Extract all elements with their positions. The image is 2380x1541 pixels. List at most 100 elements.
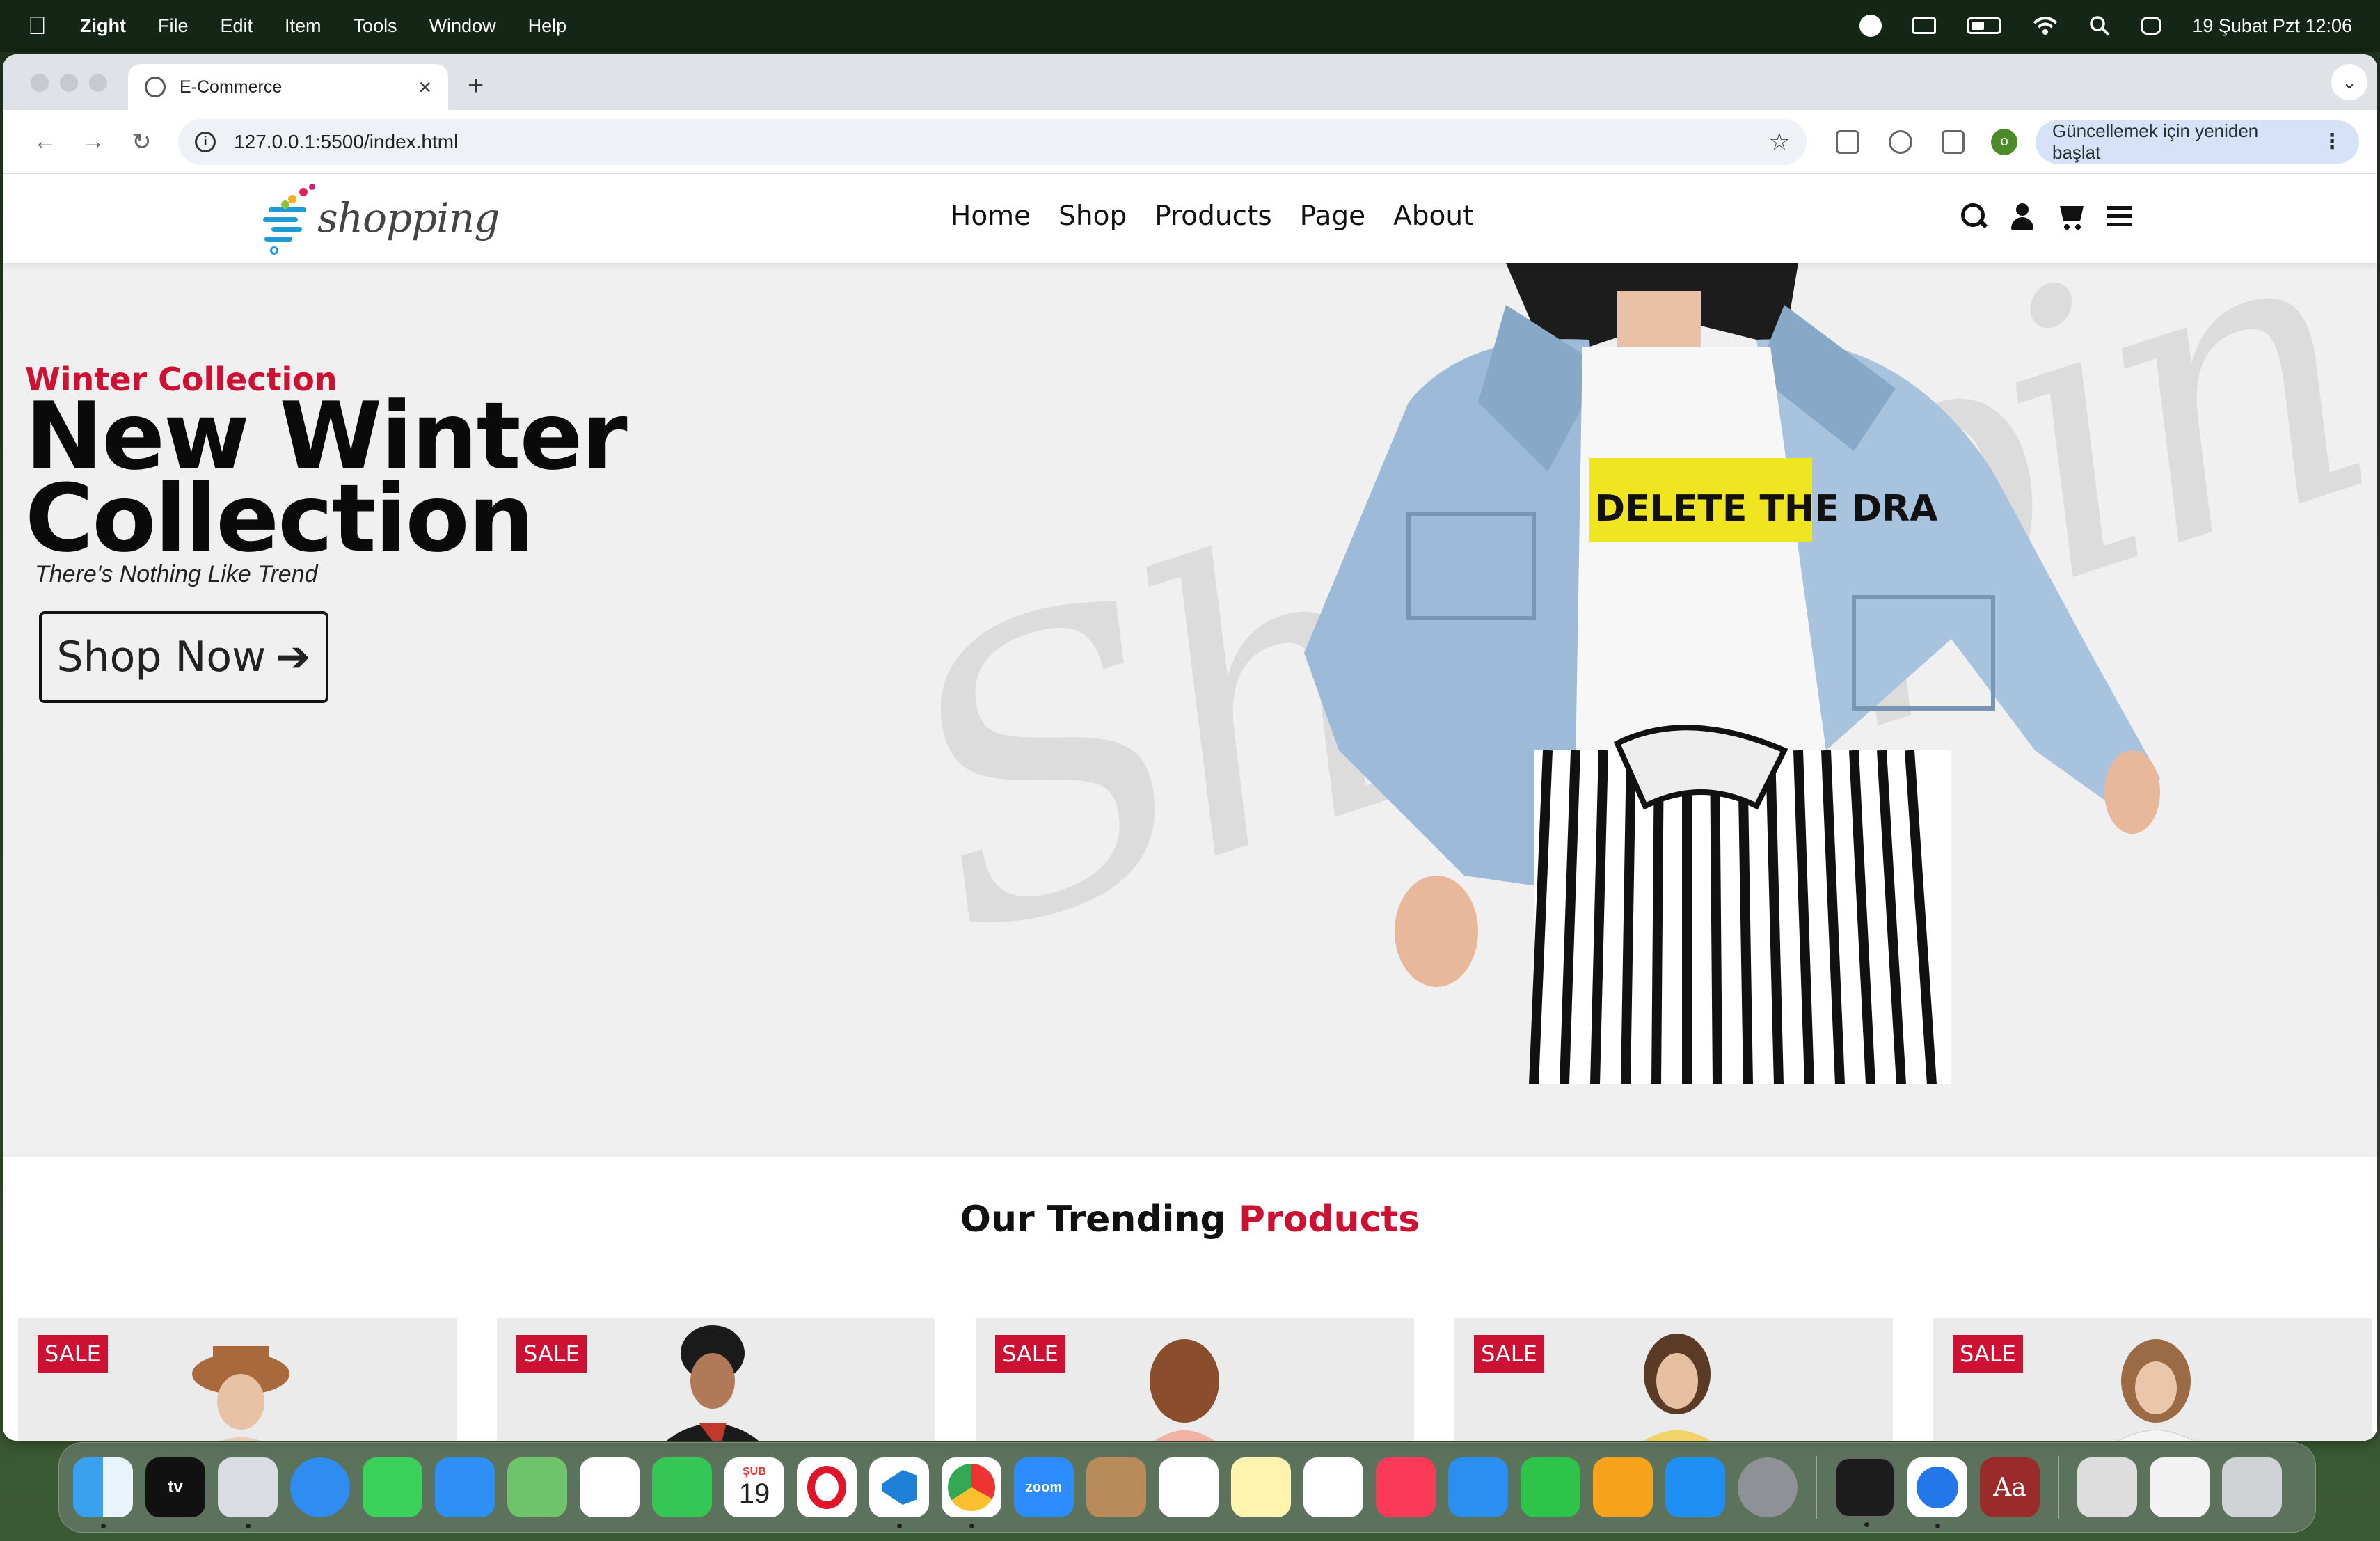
- menu-tools[interactable]: Tools: [354, 15, 397, 37]
- more-menu-icon[interactable]: ⋮: [2322, 129, 2342, 154]
- hamburger-menu-icon[interactable]: [2106, 202, 2134, 230]
- site-logo[interactable]: shopping: [260, 180, 500, 256]
- search-icon[interactable]: [1960, 202, 1988, 230]
- wifi-icon[interactable]: [2032, 15, 2058, 36]
- product-card[interactable]: SALE: [1933, 1318, 2372, 1441]
- product-card[interactable]: SALE: [976, 1318, 1414, 1441]
- nav-about[interactable]: About: [1393, 200, 1473, 232]
- extensions-icon[interactable]: [1836, 129, 1859, 154]
- nav-products[interactable]: Products: [1155, 200, 1271, 232]
- freeform-icon[interactable]: [1303, 1457, 1363, 1517]
- tv-label: tv: [168, 1478, 183, 1496]
- sale-badge: SALE: [995, 1335, 1065, 1373]
- tab-bar: E-Commerce × + ⌄: [3, 54, 2377, 110]
- contacts-icon[interactable]: [1086, 1457, 1146, 1517]
- profile-avatar[interactable]: o: [1991, 128, 2017, 155]
- messages-icon[interactable]: [363, 1457, 422, 1517]
- documents-stack-icon[interactable]: [2150, 1457, 2210, 1517]
- minimize-window-button[interactable]: [60, 74, 78, 92]
- apple-tv-icon[interactable]: tv: [145, 1457, 205, 1517]
- nav-shop[interactable]: Shop: [1058, 200, 1127, 232]
- apple-icon[interactable]: : [28, 11, 47, 40]
- forward-button[interactable]: →: [69, 128, 117, 155]
- music-icon[interactable]: [1376, 1457, 1436, 1517]
- menu-app-name[interactable]: Zight: [80, 15, 126, 37]
- product-card[interactable]: SALE: [1454, 1318, 1893, 1441]
- product-card[interactable]: SALE: [18, 1318, 457, 1441]
- browser-toolbar: ← → ↻ i 127.0.0.1:5500/index.html ☆ o Gü…: [3, 110, 2377, 174]
- site-info-icon[interactable]: i: [195, 131, 216, 152]
- maps-icon[interactable]: [507, 1457, 567, 1517]
- sync-icon[interactable]: [1888, 129, 1912, 154]
- hero-tagline: There's Nothing Like Trend: [35, 561, 318, 587]
- dock: tv ŞUB 19 zoom Aa: [58, 1442, 2316, 1533]
- vscode-icon[interactable]: [869, 1457, 929, 1528]
- terminal-icon[interactable]: [1835, 1457, 1895, 1527]
- calendar-icon[interactable]: ŞUB 19: [724, 1457, 784, 1517]
- menu-edit[interactable]: Edit: [221, 15, 253, 37]
- finder-icon[interactable]: [73, 1457, 133, 1528]
- mail-icon[interactable]: [435, 1457, 495, 1517]
- photos-icon[interactable]: [580, 1457, 640, 1517]
- menu-window[interactable]: Window: [429, 15, 496, 37]
- window-controls: [31, 74, 107, 92]
- user-icon[interactable]: [2008, 202, 2036, 230]
- menu-help[interactable]: Help: [528, 15, 567, 37]
- sale-badge: SALE: [1953, 1335, 2023, 1373]
- dock-separator: [1816, 1456, 1817, 1519]
- dictionary-label: Aa: [1993, 1473, 2026, 1502]
- trending-title-accent: Products: [1238, 1199, 1420, 1240]
- sale-badge: SALE: [38, 1335, 108, 1373]
- close-icon[interactable]: ×: [418, 74, 431, 100]
- site-header: shopping Home Shop Products Page About: [3, 174, 2377, 263]
- safari-icon[interactable]: [290, 1457, 350, 1517]
- trash-icon[interactable]: [2222, 1457, 2282, 1517]
- nav-page[interactable]: Page: [1300, 200, 1365, 232]
- battery-icon[interactable]: [1967, 17, 2002, 34]
- update-button[interactable]: Güncellemek için yeniden başlat ⋮: [2035, 120, 2360, 164]
- reload-button[interactable]: ↻: [118, 128, 166, 156]
- control-center-icon[interactable]: [2141, 17, 2162, 35]
- trending-section: Our Trending Products SALE SALE SALE SAL…: [3, 1157, 2377, 1441]
- zight-status-icon[interactable]: [1859, 15, 1882, 37]
- launchpad-icon[interactable]: [218, 1457, 278, 1528]
- facetime-icon[interactable]: [652, 1457, 712, 1517]
- url-text[interactable]: 127.0.0.1:5500/index.html: [234, 131, 458, 153]
- opera-icon[interactable]: [797, 1457, 857, 1517]
- browser-window: E-Commerce × + ⌄ ← → ↻ i 127.0.0.1:5500/…: [3, 54, 2377, 1441]
- app-store-icon[interactable]: [1665, 1457, 1725, 1517]
- downloads-stack-icon[interactable]: [2077, 1457, 2137, 1517]
- shirt-print-text: DELETE THE DRA: [1595, 488, 1938, 530]
- notes-icon[interactable]: [1231, 1457, 1291, 1517]
- product-card[interactable]: SALE: [497, 1318, 935, 1441]
- back-button[interactable]: ←: [21, 128, 69, 155]
- pages-icon[interactable]: [1593, 1457, 1653, 1517]
- system-settings-icon[interactable]: [1738, 1457, 1798, 1517]
- close-window-button[interactable]: [31, 74, 49, 92]
- tab-search-button[interactable]: ⌄: [2331, 64, 2367, 100]
- new-tab-button[interactable]: +: [468, 70, 484, 102]
- shop-now-button[interactable]: Shop Now ➔: [39, 611, 328, 703]
- address-bar[interactable]: i 127.0.0.1:5500/index.html ☆: [178, 118, 1807, 165]
- nav-home[interactable]: Home: [951, 200, 1031, 232]
- zight-icon[interactable]: [1907, 1457, 1967, 1528]
- spotlight-icon[interactable]: [2089, 15, 2110, 36]
- menu-item[interactable]: Item: [285, 15, 322, 37]
- chrome-icon[interactable]: [942, 1457, 1001, 1528]
- reminders-icon[interactable]: [1159, 1457, 1219, 1517]
- keynote-icon[interactable]: [1448, 1457, 1508, 1517]
- zoom-label: zoom: [1025, 1479, 1063, 1495]
- zoom-window-button[interactable]: [89, 74, 107, 92]
- zoom-icon[interactable]: zoom: [1014, 1457, 1074, 1517]
- bookmark-star-icon[interactable]: ☆: [1769, 128, 1790, 156]
- menu-file[interactable]: File: [158, 15, 189, 37]
- hero-title-line-2: Collection: [25, 464, 534, 573]
- dictionary-icon[interactable]: Aa: [1980, 1457, 2040, 1517]
- numbers-icon[interactable]: [1521, 1457, 1580, 1517]
- menubar-datetime[interactable]: 19 Şubat Pzt 12:06: [2192, 15, 2352, 37]
- cart-icon[interactable]: [2057, 202, 2085, 230]
- display-icon[interactable]: [1912, 17, 1937, 34]
- side-panel-icon[interactable]: [1941, 129, 1965, 154]
- tab-e-commerce[interactable]: E-Commerce ×: [128, 64, 448, 110]
- update-button-label: Güncellemek için yeniden başlat: [2052, 120, 2259, 163]
